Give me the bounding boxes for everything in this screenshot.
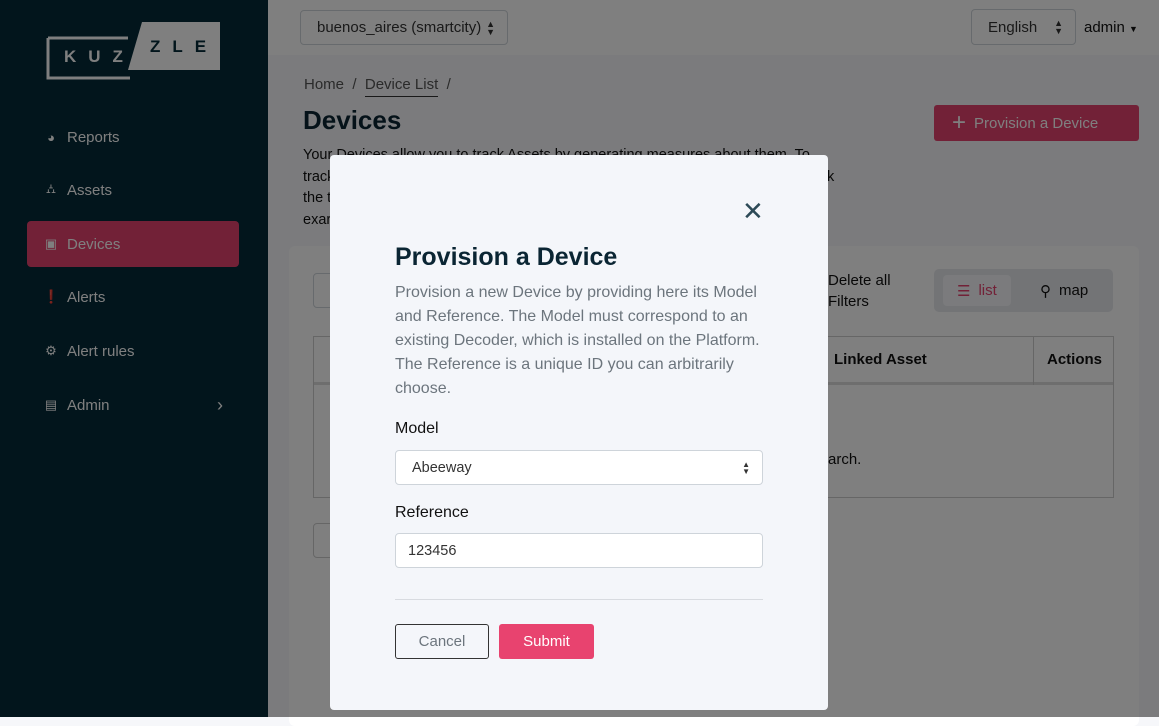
modal-description: Provision a new Device by providing here…	[395, 284, 760, 397]
reference-input[interactable]: 123456	[395, 533, 763, 568]
model-value: Abeeway	[412, 459, 472, 476]
provision-device-modal: ✕ Provision a Device Provision a new Dev…	[330, 155, 828, 710]
reference-label: Reference	[395, 504, 469, 521]
cancel-button[interactable]: Cancel	[395, 624, 489, 659]
close-icon[interactable]: ✕	[742, 198, 764, 224]
modal-title: Provision a Device	[395, 243, 618, 271]
divider	[395, 599, 763, 600]
sort-icon: ▲▼	[742, 459, 750, 476]
reference-value: 123456	[408, 542, 457, 559]
model-select[interactable]: Abeeway ▲ ▼	[395, 450, 763, 485]
model-label: Model	[395, 420, 439, 437]
submit-button[interactable]: Submit	[499, 624, 594, 659]
